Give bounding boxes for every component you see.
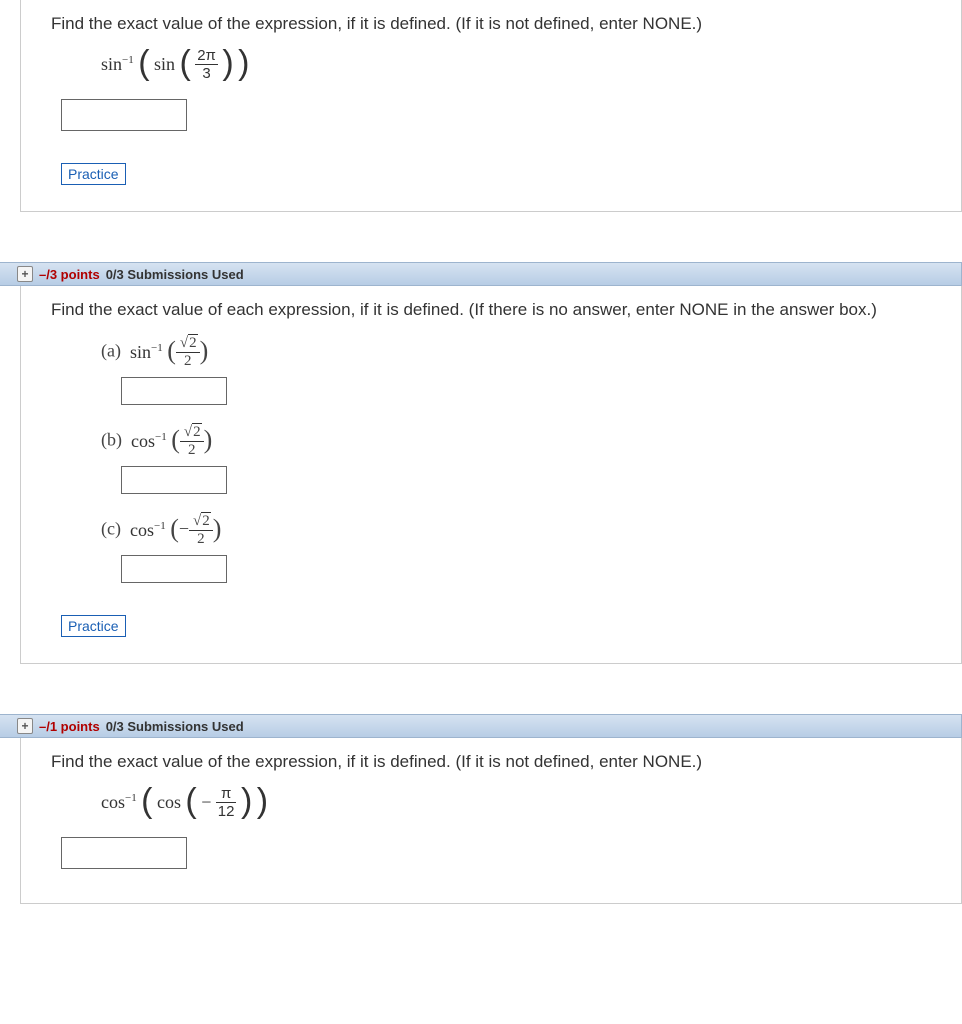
- question-3a-answer-input[interactable]: [121, 377, 227, 405]
- question-3-part-a: (a) sin−1 ( 2 2 ): [21, 330, 961, 369]
- question-block-2: Find the exact value of the expression, …: [20, 0, 962, 212]
- question-block-3-wrapper: 3. + –/3 points 0/3 Submissions Used Fin…: [0, 262, 962, 664]
- question-4-points: –/1 points: [39, 719, 100, 734]
- expand-icon[interactable]: +: [17, 266, 33, 282]
- question-3-points: –/3 points: [39, 267, 100, 282]
- question-4-submissions: 0/3 Submissions Used: [106, 719, 244, 734]
- question-3-part-c: (c) cos−1 (− 2 2 ): [21, 508, 961, 547]
- question-block-4: Find the exact value of the expression, …: [20, 738, 962, 904]
- question-2-expression: sin−1 ( sin ( 2π 3 ) ): [21, 44, 961, 91]
- question-block-3: Find the exact value of each expression,…: [20, 286, 962, 664]
- question-4-expression: cos−1 ( cos ( − π 12 ) ): [21, 782, 961, 829]
- question-3c-answer-input[interactable]: [121, 555, 227, 583]
- question-block-4-wrapper: 4. + –/1 points 0/3 Submissions Used Fin…: [0, 714, 962, 904]
- question-3-header: 3. + –/3 points 0/3 Submissions Used: [0, 262, 962, 286]
- question-4-header: 4. + –/1 points 0/3 Submissions Used: [0, 714, 962, 738]
- practice-button-q2[interactable]: Practice: [61, 163, 126, 185]
- question-3-number: 3.: [0, 267, 7, 282]
- question-4-number: 4.: [0, 719, 7, 734]
- expand-icon[interactable]: +: [17, 718, 33, 734]
- practice-button-q3[interactable]: Practice: [61, 615, 126, 637]
- question-4-answer-input[interactable]: [61, 837, 187, 869]
- question-3b-answer-input[interactable]: [121, 466, 227, 494]
- question-2-answer-input[interactable]: [61, 99, 187, 131]
- question-2-prompt: Find the exact value of the expression, …: [21, 0, 961, 44]
- question-3-submissions: 0/3 Submissions Used: [106, 267, 244, 282]
- question-4-prompt: Find the exact value of the expression, …: [21, 738, 961, 782]
- question-3-prompt: Find the exact value of each expression,…: [21, 286, 961, 330]
- question-3-part-b: (b) cos−1 ( 2 2 ): [21, 419, 961, 458]
